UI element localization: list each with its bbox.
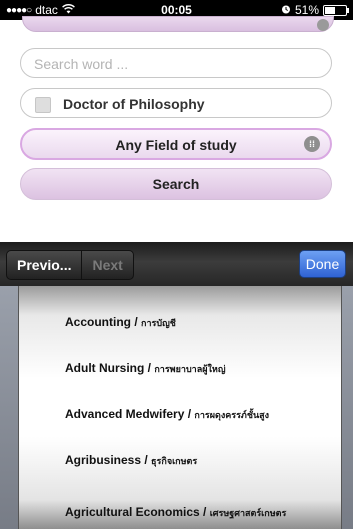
selector-knob-icon	[317, 19, 329, 31]
picker-item[interactable]: Adult Nursing / การพยาบาลผู้ใหญ่	[65, 361, 226, 376]
search-form: Doctor of Philosophy Any Field of study …	[0, 16, 353, 242]
picker-toolbar: Previo... Next Done	[0, 242, 353, 286]
next-button[interactable]: Next	[82, 251, 132, 279]
picker-item[interactable]: Agricultural Economics / เศรษฐศาสตร์เกษต…	[65, 505, 286, 520]
grid-icon: ⁞⁞	[304, 136, 320, 152]
prev-next-segmented-control: Previo... Next	[6, 250, 134, 280]
picker-wheel[interactable]: Accounting / การบัญชี Adult Nursing / กา…	[18, 286, 342, 529]
picker-item-english: Accounting	[65, 315, 131, 329]
picker-item-thai: การบัญชี	[141, 318, 176, 328]
picker-item[interactable]: Agribusiness / ธุรกิจเกษตร	[65, 453, 197, 468]
picker-item-english: Adult Nursing	[65, 361, 145, 375]
picker-item[interactable]: Advanced Medwifery / การผดุงครรภ์ชั้นสูง	[65, 407, 269, 422]
degree-checkbox-field[interactable]: Doctor of Philosophy	[20, 88, 332, 118]
status-right: 51%	[281, 3, 349, 17]
battery-icon	[323, 4, 349, 16]
previous-button[interactable]: Previo...	[7, 251, 83, 279]
field-of-study-picker[interactable]: Accounting / การบัญชี Adult Nursing / กา…	[0, 286, 353, 529]
previous-selector-pill[interactable]	[22, 16, 334, 32]
picker-item-english: Advanced Medwifery	[65, 407, 185, 421]
picker-item-thai: การพยาบาลผู้ใหญ่	[154, 364, 226, 374]
search-field[interactable]	[20, 48, 332, 79]
picker-item-thai: การผดุงครรภ์ชั้นสูง	[194, 410, 270, 420]
alarm-clock-icon	[281, 3, 291, 17]
picker-item-english: Agricultural Economics	[65, 505, 200, 519]
done-button[interactable]: Done	[299, 250, 346, 278]
search-input[interactable]	[32, 49, 316, 79]
search-button-label: Search	[152, 176, 200, 192]
picker-item-thai: ธุรกิจเกษตร	[151, 456, 198, 466]
search-button[interactable]: Search	[20, 168, 332, 200]
battery-percent: 51%	[294, 3, 319, 17]
field-of-study-label: Any Field of study	[115, 137, 237, 153]
field-of-study-selector[interactable]: Any Field of study ⁞⁞	[20, 128, 332, 160]
degree-label: Doctor of Philosophy	[63, 96, 205, 112]
degree-checkbox[interactable]	[35, 97, 51, 113]
picker-item-english: Agribusiness	[65, 453, 142, 467]
picker-item[interactable]: Accounting / การบัญชี	[65, 315, 176, 330]
picker-item-thai: เศรษฐศาสตร์เกษตร	[209, 508, 287, 518]
